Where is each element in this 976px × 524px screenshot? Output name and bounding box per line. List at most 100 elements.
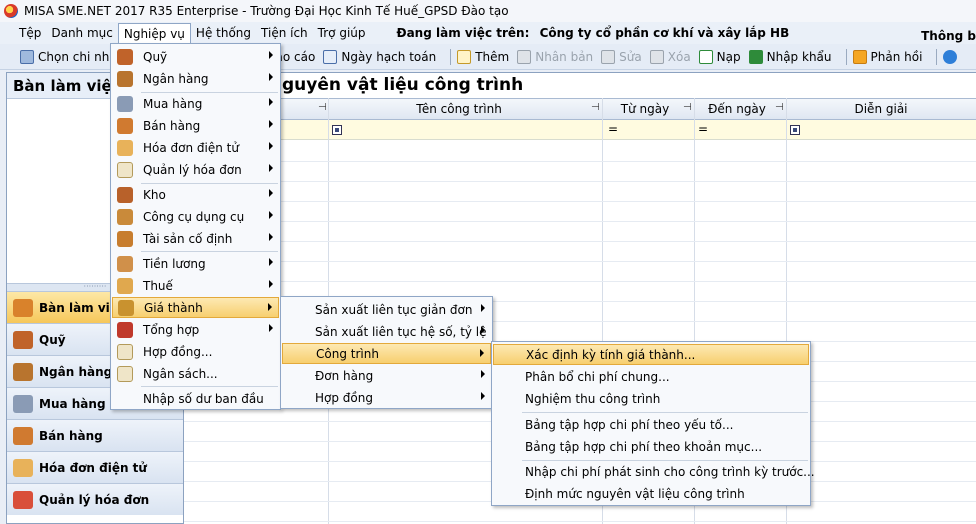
notification-link[interactable]: Thông b — [921, 29, 976, 43]
menu-item-hop-dong[interactable]: Hợp đồng... — [112, 341, 279, 362]
nav-item-ban-hang[interactable]: Bán hàng — [7, 419, 183, 451]
col-header-dien-giai[interactable]: Diễn giải — [786, 102, 976, 116]
menu-item-ngan-sach[interactable]: Ngân sách... — [112, 363, 279, 384]
menu-danh-muc[interactable]: Danh mục — [46, 23, 118, 43]
import-button[interactable]: Nhập khẩu — [748, 49, 832, 64]
menu-tro-giup[interactable]: Trợ giúp — [313, 23, 371, 43]
menu-item-bang-tap-hop-theo-yeu-to[interactable]: Bảng tập hợp chi phí theo yếu tố... — [493, 414, 809, 435]
sales-icon — [117, 117, 133, 134]
menu-nghiep-vu[interactable]: Nghiệp vụ — [117, 23, 191, 43]
feedback-button[interactable]: Phản hồi — [852, 49, 922, 64]
duplicate-label: Nhân bản — [535, 49, 594, 64]
submenu-arrow-icon — [269, 51, 273, 59]
filter-equals[interactable]: = — [608, 122, 618, 136]
help-icon — [943, 49, 958, 64]
filter-equals[interactable]: = — [698, 122, 708, 136]
menu-item-phan-bo-chi-phi-chung[interactable]: Phân bổ chi phí chung... — [493, 366, 809, 387]
working-on-label: Đang làm việc trên: Công ty cổ phần cơ k… — [397, 26, 790, 40]
reload-button[interactable]: Nạp — [698, 49, 741, 64]
menu-item-thue[interactable]: Thuế — [112, 275, 279, 296]
menu-item-bang-tap-hop-theo-khoan-muc[interactable]: Bảng tập hợp chi phí theo khoản mục... — [493, 436, 809, 457]
menu-separator — [141, 251, 278, 252]
menu-item-ban-hang[interactable]: Bán hàng — [112, 115, 279, 136]
filter-checkbox[interactable] — [790, 125, 800, 135]
blank-icon — [117, 391, 133, 407]
menu-item-kho[interactable]: Kho — [112, 184, 279, 205]
menu-he-thong[interactable]: Hệ thống — [191, 23, 256, 43]
choose-branch-label: Chọn chi nh — [38, 49, 110, 64]
col-header-ten-cong-trinh[interactable]: Tên công trình — [328, 102, 590, 116]
menu-item-dinh-muc-nvl[interactable]: Định mức nguyên vật liệu công trình — [493, 483, 809, 504]
grid-header: ⊣ Tên công trình ⊣ Từ ngày ⊣ Đến ngày ⊣ … — [184, 98, 976, 120]
edit-button[interactable]: Sửa — [601, 49, 642, 64]
menu-item-nghiem-thu-cong-trinh[interactable]: Nghiệm thu công trình — [493, 388, 809, 409]
menu-item-nhap-chi-phi-ky-truoc[interactable]: Nhập chi phí phát sinh cho công trình kỳ… — [493, 461, 815, 482]
nav-item-hoa-don-dien-tu[interactable]: Hóa đơn điện tử — [7, 451, 183, 483]
nav-item-quan-ly-hoa-don[interactable]: Quản lý hóa đơn — [7, 483, 183, 515]
col-header-tu-ngay[interactable]: Từ ngày — [602, 102, 688, 116]
menu-tep[interactable]: Tệp — [14, 23, 46, 43]
edit-label: Sửa — [619, 49, 642, 64]
menu-item-tong-hop[interactable]: Tổng hợp — [112, 319, 279, 340]
menu-item-san-xuat-gian-don[interactable]: Sản xuất liên tục giản đơn — [282, 299, 491, 320]
submenu-arrow-icon — [481, 370, 485, 378]
sales-icon — [13, 426, 33, 445]
col-header-den-ngay[interactable]: Đến ngày — [694, 102, 780, 116]
menu-item-san-xuat-he-so[interactable]: Sản xuất liên tục hệ số, tỷ lệ — [282, 321, 491, 342]
menu-item-label: Định mức nguyên vật liệu công trình — [525, 486, 745, 501]
menu-item-label: Thuế — [143, 278, 173, 293]
menu-item-quan-ly-hoa-don[interactable]: Quản lý hóa đơn — [112, 159, 279, 180]
grid-row-line — [184, 201, 976, 202]
menu-item-cong-cu-dung-cu[interactable]: Công cụ dụng cụ — [112, 206, 279, 227]
menu-tien-ich[interactable]: Tiện ích — [256, 23, 313, 43]
pin-icon[interactable]: ⊣ — [591, 102, 600, 113]
reload-label: Nạp — [716, 49, 741, 64]
cart-icon — [117, 95, 133, 112]
mail-icon — [852, 49, 867, 64]
menu-item-tai-san-co-dinh[interactable]: Tài sản cố định — [112, 228, 279, 249]
cart-icon — [13, 394, 33, 413]
posting-date-button[interactable]: Ngày hạch toán — [323, 49, 436, 64]
invoice-icon — [117, 139, 133, 156]
company-name: Công ty cổ phần cơ khí và xây lắp HB — [539, 26, 790, 40]
menu-item-tien-luong[interactable]: Tiền lương — [112, 253, 279, 274]
choose-branch-button[interactable]: Chọn chi nh — [20, 49, 110, 64]
menu-item-nhap-so-du[interactable]: Nhập số dư ban đầu — [112, 388, 279, 409]
grid-filter-row: = = — [184, 120, 976, 140]
menu-item-label: Nhập chi phí phát sinh cho công trình kỳ… — [525, 464, 815, 479]
menu-item-label: Nghiệm thu công trình — [525, 391, 661, 406]
filter-checkbox[interactable] — [332, 125, 342, 135]
menu-item-hop-dong-gt[interactable]: Hợp đồng — [282, 387, 491, 408]
toolbar-separator-2 — [845, 48, 847, 65]
grid-row-line — [184, 161, 976, 162]
duplicate-button[interactable]: Nhân bản — [517, 49, 594, 64]
menu-item-label: Quỹ — [143, 49, 168, 64]
menu-item-xac-dinh-ky-tinh-gia-thanh[interactable]: Xác định kỳ tính giá thành... — [493, 344, 809, 365]
pin-icon[interactable]: ⊣ — [775, 102, 784, 113]
submenu-arrow-icon — [481, 326, 485, 334]
bank-icon — [13, 362, 33, 381]
menu-item-don-hang[interactable]: Đơn hàng — [282, 365, 491, 386]
menu-item-label: Công cụ dụng cụ — [143, 209, 245, 224]
cash-icon — [13, 330, 33, 349]
menu-item-hoa-don-dien-tu[interactable]: Hóa đơn điện tử — [112, 137, 279, 158]
add-button[interactable]: Thêm — [457, 49, 509, 64]
menu-item-quy[interactable]: Quỹ — [112, 46, 279, 67]
submenu-arrow-icon — [269, 211, 273, 219]
delete-button[interactable]: Xóa — [649, 49, 691, 64]
summary-icon — [117, 321, 133, 338]
menu-item-ngan-hang[interactable]: Ngân hàng — [112, 68, 279, 89]
nav-label: Quản lý hóa đơn — [39, 492, 150, 507]
menu-separator — [522, 412, 808, 413]
menu-item-label: Bảng tập hợp chi phí theo khoản mục... — [525, 439, 763, 454]
menu-item-label: Sản xuất liên tục hệ số, tỷ lệ — [315, 324, 487, 339]
toolbar-separator-3 — [936, 48, 938, 65]
menu-item-gia-thanh[interactable]: Giá thành — [112, 297, 279, 318]
menu-item-cong-trinh[interactable]: Công trình — [282, 343, 491, 364]
submenu-arrow-icon — [269, 233, 273, 241]
pin-icon[interactable]: ⊣ — [683, 102, 692, 113]
nav-label: Quỹ — [39, 332, 66, 347]
menu-item-mua-hang[interactable]: Mua hàng — [112, 93, 279, 114]
pin-icon[interactable]: ⊣ — [318, 102, 327, 113]
help-button[interactable] — [943, 49, 961, 64]
